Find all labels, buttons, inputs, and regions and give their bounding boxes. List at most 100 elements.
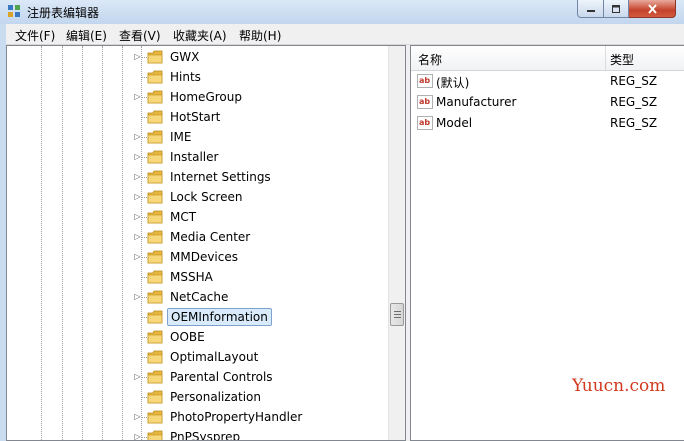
folder-icon — [147, 70, 163, 84]
tree-item-label[interactable]: Internet Settings — [167, 169, 274, 185]
expand-arrow-icon[interactable]: ▷ — [133, 212, 142, 221]
tree-item-label[interactable]: HotStart — [167, 109, 223, 125]
tree-item[interactable]: OEMInformation — [7, 307, 387, 327]
tree-item[interactable]: Personalization — [7, 387, 387, 407]
expand-arrow-icon[interactable]: ▷ — [133, 172, 142, 181]
close-button[interactable] — [629, 0, 676, 18]
title-bar: 注册表编辑器 — [0, 0, 684, 24]
tree-item-label[interactable]: IME — [167, 129, 194, 145]
folder-icon — [147, 170, 163, 184]
folder-icon — [147, 350, 163, 364]
expand-arrow-icon[interactable]: ▷ — [133, 292, 142, 301]
tree-item-label[interactable]: MMDevices — [167, 249, 241, 265]
tree-item-label[interactable]: OptimalLayout — [167, 349, 261, 365]
expand-arrow-icon[interactable]: ▷ — [133, 192, 142, 201]
tree-item[interactable]: ▷ IME — [7, 127, 387, 147]
tree-item[interactable]: ▷ MMDevices — [7, 247, 387, 267]
tree-item[interactable]: ▷ PhotoPropertyHandler — [7, 407, 387, 427]
tree-item[interactable]: Hints — [7, 67, 387, 87]
tree-item[interactable]: OptimalLayout — [7, 347, 387, 367]
scrollbar-thumb[interactable] — [390, 303, 404, 326]
folder-icon — [147, 110, 163, 124]
window-title: 注册表编辑器 — [27, 6, 100, 20]
registry-tree[interactable]: ▷ GWX Hints ▷ HomeGroup HotStart ▷ IME ▷ Installe… — [6, 45, 406, 441]
tree-item-label[interactable]: OEMInformation — [167, 308, 272, 326]
value-name: (默认) — [436, 76, 470, 90]
folder-icon — [147, 50, 163, 64]
value-type: REG_SZ — [610, 116, 658, 130]
string-value-icon: ab — [417, 116, 433, 130]
menu-favorites[interactable]: 收藏夹(A) — [173, 27, 227, 44]
list-header: 名称 类型 — [411, 46, 684, 71]
tree-item[interactable]: ▷ NetCache — [7, 287, 387, 307]
maximize-icon — [612, 4, 620, 13]
folder-icon — [147, 230, 163, 244]
folder-icon — [147, 410, 163, 424]
tree-item-label[interactable]: Personalization — [167, 389, 264, 405]
tree-item-label[interactable]: Hints — [167, 69, 204, 85]
tree-item[interactable]: ▷ Parental Controls — [7, 367, 387, 387]
folder-icon — [147, 130, 163, 144]
column-header-type[interactable]: 类型 — [610, 51, 634, 68]
tree-item-label[interactable]: OOBE — [167, 329, 208, 345]
menu-help[interactable]: 帮助(H) — [239, 27, 281, 44]
tree-item-label[interactable]: Installer — [167, 149, 221, 165]
string-value-icon: ab — [417, 95, 433, 109]
expand-arrow-icon[interactable]: ▷ — [133, 152, 142, 161]
tree-item-label[interactable]: NetCache — [167, 289, 231, 305]
tree-item-label[interactable]: PhotoPropertyHandler — [167, 409, 305, 425]
maximize-button[interactable] — [604, 0, 629, 18]
tree-item[interactable]: MSSHA — [7, 267, 387, 287]
folder-icon — [147, 370, 163, 384]
expand-arrow-icon[interactable]: ▷ — [133, 252, 142, 261]
tree-item[interactable]: ▷ Media Center — [7, 227, 387, 247]
folder-icon — [147, 290, 163, 304]
registry-editor-icon — [8, 5, 20, 17]
menu-view[interactable]: 查看(V) — [119, 27, 161, 44]
expand-arrow-icon[interactable]: ▷ — [133, 372, 142, 381]
tree-item[interactable]: ▷ Internet Settings — [7, 167, 387, 187]
tree-scrollbar[interactable] — [388, 46, 405, 440]
minimize-button[interactable] — [577, 0, 604, 18]
folder-icon — [147, 430, 163, 440]
column-header-name[interactable]: 名称 — [418, 51, 442, 68]
tree-item-label[interactable]: MSSHA — [167, 269, 216, 285]
tree-item[interactable]: ▷ Lock Screen — [7, 187, 387, 207]
tree-item-label[interactable]: Lock Screen — [167, 189, 245, 205]
tree-item-label[interactable]: Parental Controls — [167, 369, 276, 385]
folder-icon — [147, 270, 163, 284]
expand-arrow-icon[interactable]: ▷ — [133, 92, 142, 101]
expand-arrow-icon[interactable]: ▷ — [133, 232, 142, 241]
list-item[interactable]: ab Model REG_SZ — [411, 113, 684, 134]
expand-arrow-icon[interactable]: ▷ — [133, 432, 142, 440]
list-item[interactable]: ab (默认) REG_SZ — [411, 71, 684, 92]
close-icon — [647, 3, 657, 14]
tree-item[interactable]: ▷ Installer — [7, 147, 387, 167]
tree-item[interactable]: ▷ PnPSysprep — [7, 427, 387, 440]
value-name: Model — [436, 116, 473, 130]
column-separator[interactable] — [605, 46, 606, 70]
tree-item[interactable]: OOBE — [7, 327, 387, 347]
expand-arrow-icon[interactable]: ▷ — [133, 132, 142, 141]
expand-arrow-icon[interactable]: ▷ — [133, 412, 142, 421]
expand-arrow-icon[interactable]: ▷ — [133, 52, 142, 61]
tree-item-label[interactable]: HomeGroup — [167, 89, 245, 105]
folder-icon — [147, 250, 163, 264]
tree-item[interactable]: HotStart — [7, 107, 387, 127]
value-type: REG_SZ — [610, 95, 658, 109]
watermark: Yuucn.com — [572, 376, 666, 396]
menu-file[interactable]: 文件(F) — [15, 27, 55, 44]
tree-item-label[interactable]: Media Center — [167, 229, 253, 245]
tree-item[interactable]: ▷ HomeGroup — [7, 87, 387, 107]
tree-item[interactable]: ▷ MCT — [7, 207, 387, 227]
string-value-icon: ab — [417, 74, 433, 88]
list-item[interactable]: ab Manufacturer REG_SZ — [411, 92, 684, 113]
tree-item-label[interactable]: GWX — [167, 49, 202, 65]
menu-edit[interactable]: 编辑(E) — [66, 27, 107, 44]
tree-item-label[interactable]: MCT — [167, 209, 199, 225]
tree-item[interactable]: ▷ GWX — [7, 47, 387, 67]
tree-item-label[interactable]: PnPSysprep — [167, 429, 243, 440]
folder-icon — [147, 210, 163, 224]
folder-icon — [147, 330, 163, 344]
folder-icon — [147, 150, 163, 164]
